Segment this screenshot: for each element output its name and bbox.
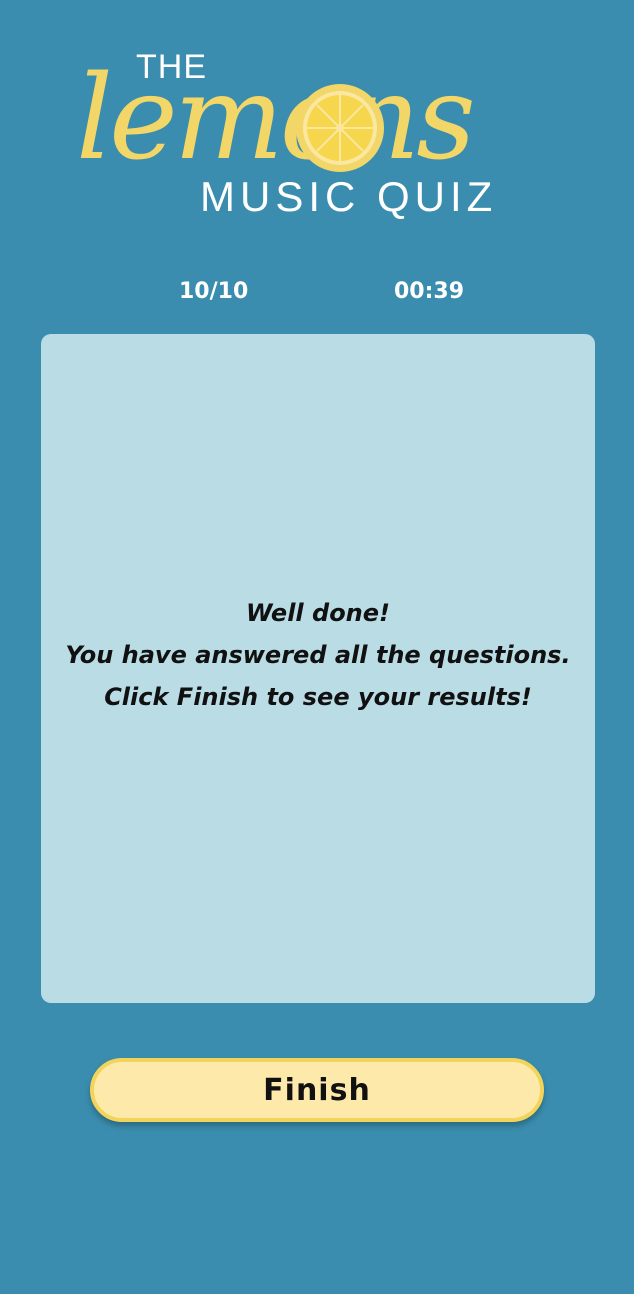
- lemon-slice-icon: [296, 84, 384, 172]
- completion-message-line-2: You have answered all the questions.: [65, 640, 571, 669]
- completion-message-line-3: Click Finish to see your results!: [104, 682, 532, 711]
- logo-the-text: THE: [136, 48, 207, 86]
- completion-message: Well done! You have answered all the que…: [65, 592, 570, 718]
- finish-button[interactable]: Finish: [90, 1058, 544, 1122]
- app-logo: lemons THE MUSIC QUIZ: [72, 30, 532, 220]
- quiz-timer: 00:39: [394, 279, 465, 304]
- logo-subtitle: MUSIC QUIZ: [200, 173, 498, 220]
- question-card: Well done! You have answered all the que…: [41, 334, 595, 1003]
- completion-message-line-1: Well done!: [245, 598, 390, 627]
- question-progress: 10/10: [179, 279, 249, 304]
- quiz-stats: 10/10 00:39: [0, 278, 634, 308]
